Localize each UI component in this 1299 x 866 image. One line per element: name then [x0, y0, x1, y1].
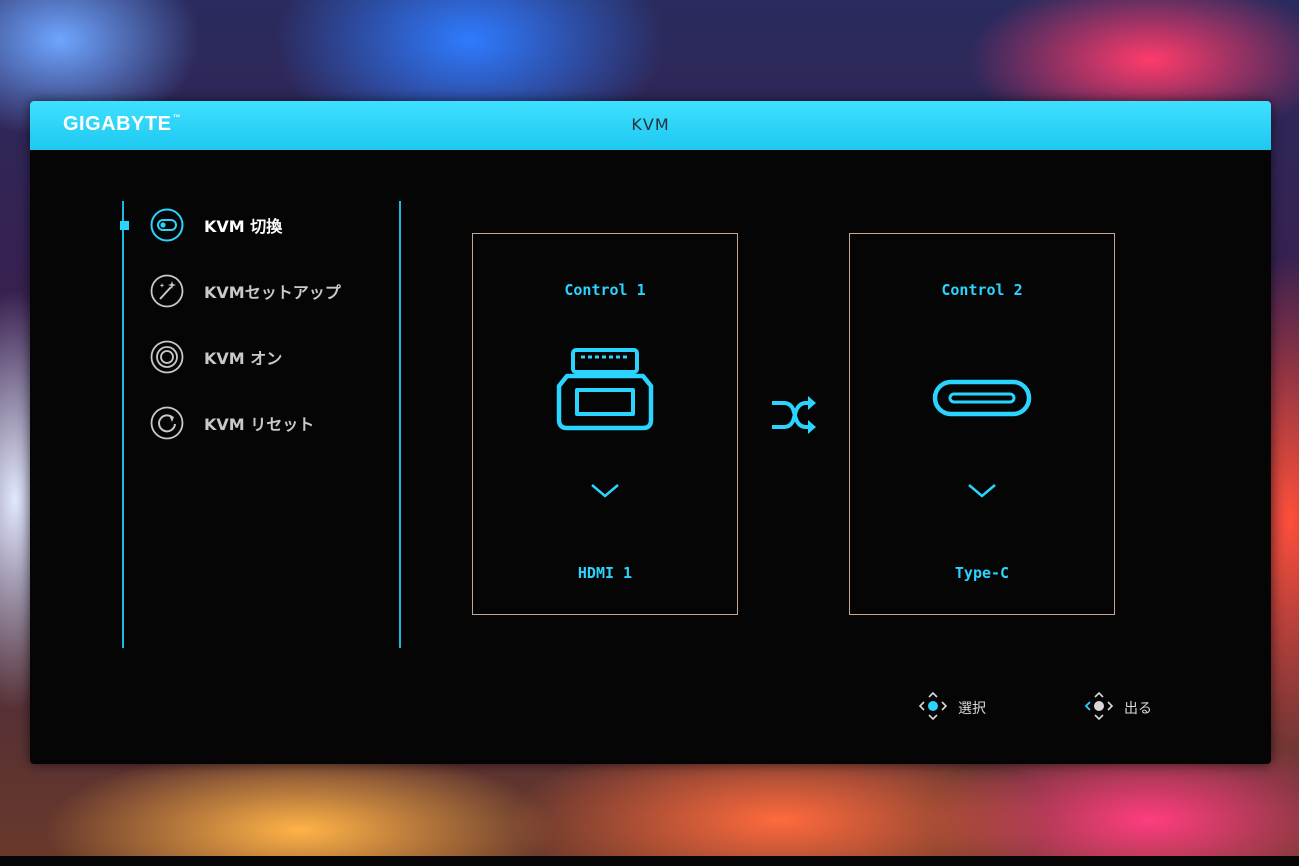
menu-item-kvm-reset[interactable]: KVM リセット — [150, 403, 314, 443]
swap-icon[interactable] — [768, 393, 818, 437]
menu-item-label: KVM リセット — [204, 415, 315, 434]
page-title: KVM — [631, 115, 670, 134]
selection-marker — [120, 221, 129, 230]
control-2-box[interactable]: Control 2 Type-C — [849, 233, 1115, 615]
control-2-title: Control 2 — [941, 281, 1023, 299]
control-2-port: Type-C — [954, 564, 1010, 582]
hint-exit: 出る — [1084, 691, 1152, 725]
monitor-bezel — [0, 856, 1299, 866]
control-1-box[interactable]: Control 1 HDMI 1 — [472, 233, 738, 615]
hint-exit-label: 出る — [1124, 701, 1152, 717]
joystick-exit-icon — [1084, 691, 1114, 725]
control-1-title: Control 1 — [564, 281, 646, 299]
menu-item-label: KVMセットアップ — [204, 283, 341, 302]
chevron-down-icon[interactable] — [473, 482, 737, 500]
menu-item-kvm-on[interactable]: KVM オン — [150, 337, 282, 377]
menu-item-kvm-setup[interactable]: KVMセットアップ — [150, 271, 341, 311]
menu-item-label: KVM 切換 — [204, 217, 283, 236]
usb-c-port-icon — [850, 378, 1114, 418]
joystick-select-icon — [918, 691, 948, 725]
osd-window: GIGABYTE™ KVM KVM 切換 KVMセットアップ KVM オン KV… — [30, 101, 1271, 764]
control-1-port: HDMI 1 — [577, 564, 633, 582]
hint-select-label: 選択 — [958, 701, 986, 717]
osd-header: GIGABYTE™ KVM — [30, 101, 1271, 150]
reset-icon — [150, 406, 184, 440]
menu-item-label: KVM オン — [204, 349, 283, 368]
wand-icon — [150, 274, 184, 308]
hdmi-port-icon — [473, 346, 737, 432]
menu-left-divider — [122, 201, 124, 648]
hint-select: 選択 — [918, 691, 986, 725]
toggle-icon — [150, 208, 184, 242]
menu-item-kvm-switch[interactable]: KVM 切換 — [150, 205, 282, 245]
menu-right-divider — [399, 201, 401, 648]
chevron-down-icon[interactable] — [850, 482, 1114, 500]
power-ring-icon — [150, 340, 184, 374]
